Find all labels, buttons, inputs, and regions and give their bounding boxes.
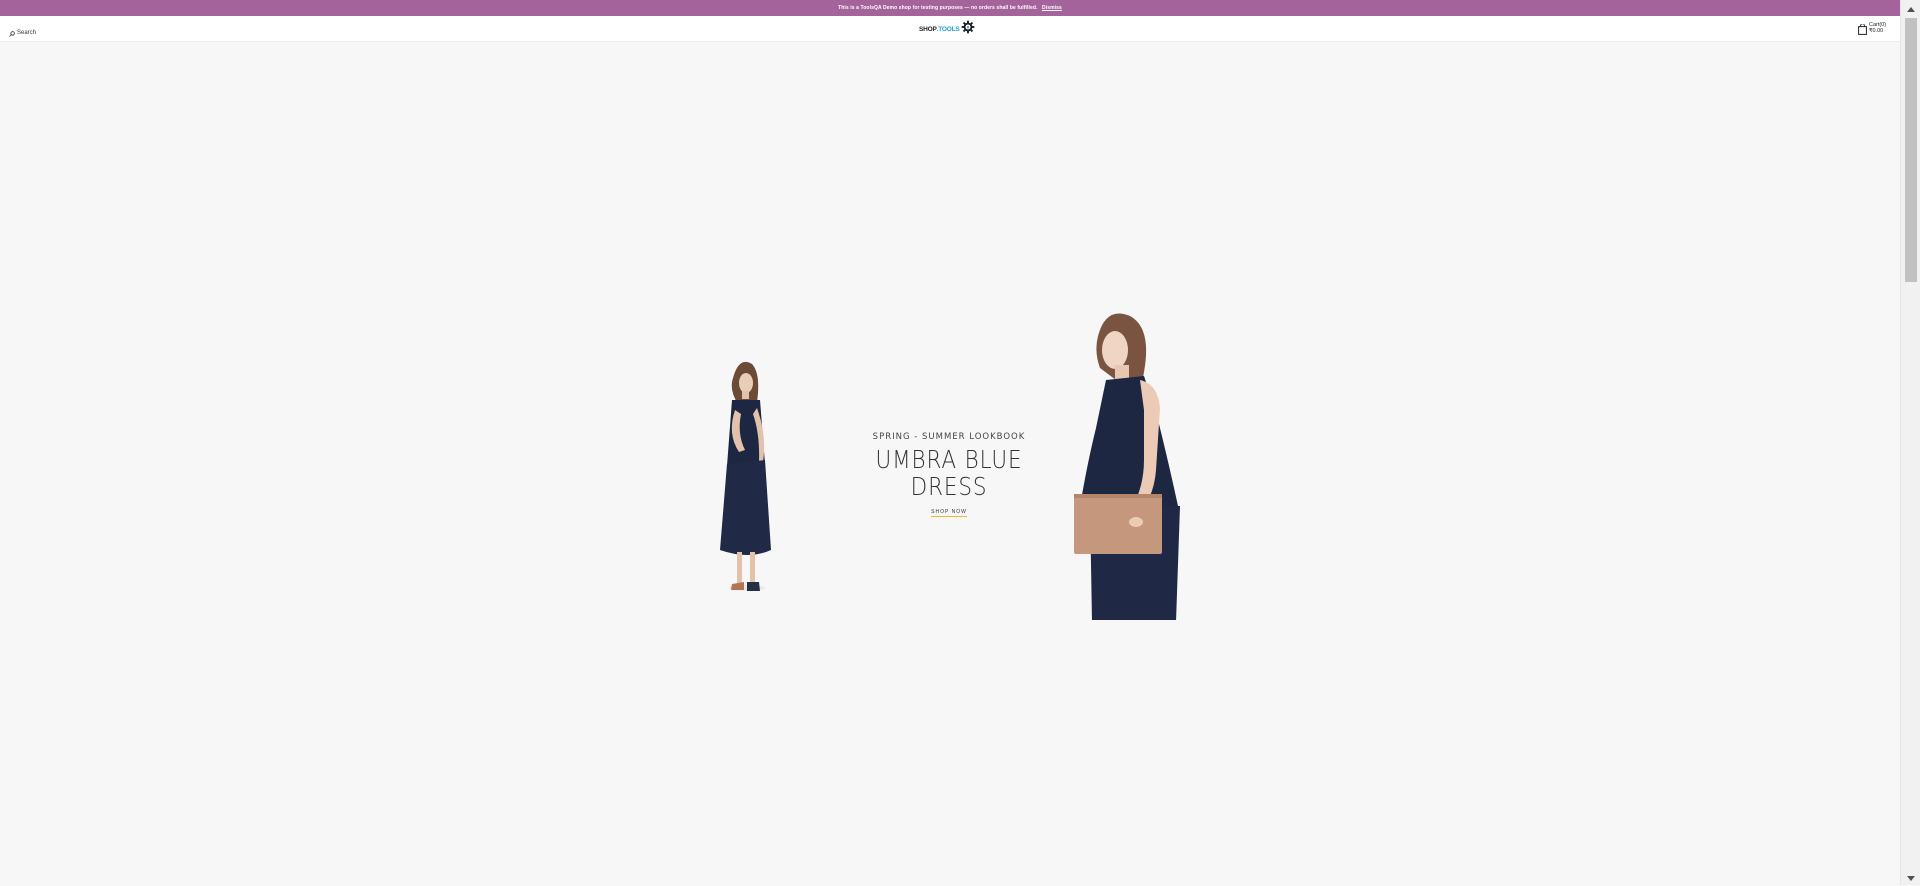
chevron-down-icon bbox=[1907, 868, 1915, 886]
shopping-bag-icon bbox=[1858, 22, 1867, 40]
logo-shop-text: SHOP bbox=[919, 25, 937, 33]
hero-eyebrow: SPRING - SUMMER LOOKBOOK bbox=[872, 432, 1026, 442]
scroll-down-button[interactable] bbox=[1901, 869, 1920, 885]
logo-tools-text: .TOOLS bbox=[936, 25, 960, 33]
scroll-up-button[interactable] bbox=[1901, 0, 1920, 16]
shop-now-link[interactable]: SHOP NOW bbox=[931, 509, 967, 517]
search-label: Search bbox=[17, 30, 37, 36]
model-image-right bbox=[1074, 313, 1180, 620]
demo-notice-bar: This is a ToolsQA Demo shop for testing … bbox=[0, 0, 1900, 16]
hero-headline-line2: DRESS bbox=[910, 472, 988, 501]
scrollbar-thumb[interactable] bbox=[1905, 18, 1917, 282]
hero-text-block: SPRING - SUMMER LOOKBOOK UMBRA BLUE DRES… bbox=[849, 432, 1049, 518]
demo-notice-text: This is a ToolsQA Demo shop for testing … bbox=[838, 5, 1038, 11]
dismiss-link[interactable]: Dismiss bbox=[1042, 5, 1062, 11]
gear-icon bbox=[960, 20, 975, 39]
hero-banner: SPRING - SUMMER LOOKBOOK UMBRA BLUE DRES… bbox=[0, 42, 1900, 885]
site-logo[interactable]: SHOP .TOOLS bbox=[919, 20, 975, 39]
vertical-scrollbar[interactable] bbox=[1900, 0, 1920, 885]
hero-headline: UMBRA BLUE DRESS bbox=[863, 446, 1035, 500]
site-header: Search SHOP .TOOLS Cart(0) ₹0.00 bbox=[0, 16, 1900, 42]
page: This is a ToolsQA Demo shop for testing … bbox=[0, 0, 1900, 885]
search-toggle[interactable]: Search bbox=[9, 24, 36, 42]
cart-summary: Cart(0) ₹0.00 bbox=[1869, 22, 1886, 34]
chevron-up-icon bbox=[1907, 0, 1915, 17]
cart-total: ₹0.00 bbox=[1869, 28, 1884, 34]
model-image-left bbox=[720, 361, 771, 591]
cart-button[interactable]: Cart(0) ₹0.00 bbox=[1858, 22, 1886, 40]
search-icon bbox=[9, 24, 15, 42]
hero-headline-line1: UMBRA BLUE bbox=[875, 445, 1023, 474]
